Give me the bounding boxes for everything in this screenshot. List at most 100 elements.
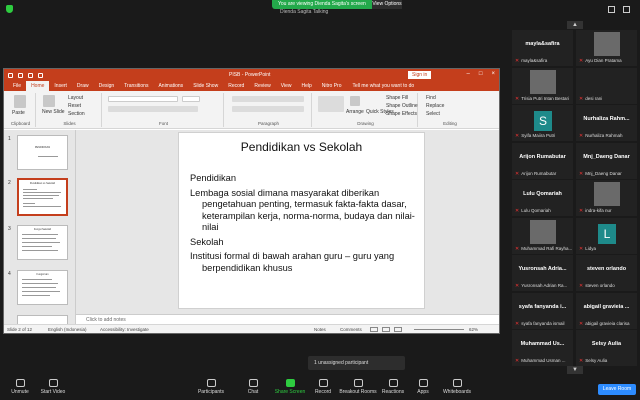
record-button[interactable]: Record xyxy=(303,379,343,395)
tab-file[interactable]: File xyxy=(8,81,26,91)
shapes-gallery[interactable] xyxy=(318,96,344,112)
shape-fill-button[interactable]: Shape Fill xyxy=(386,95,408,101)
zoom-slider[interactable] xyxy=(414,329,464,330)
tab-review[interactable]: Review xyxy=(249,81,275,91)
participants-icon xyxy=(206,379,216,387)
participant-tile[interactable]: Nurhaliza Rahm... ✕ Nurhaliza Rahmah xyxy=(576,105,637,141)
slide-thumbnail-3[interactable]: Fungsi Sekolah xyxy=(17,225,68,260)
fullscreen-icon[interactable] xyxy=(623,6,630,13)
participant-tile[interactable]: steven orlando ✕ steven orlando xyxy=(576,255,637,291)
layout-button[interactable]: Layout xyxy=(68,95,83,101)
leave-room-button[interactable]: Leave Room xyxy=(598,384,636,395)
font-format-buttons[interactable] xyxy=(108,106,198,112)
whiteboards-button[interactable]: Whiteboards xyxy=(437,379,477,395)
reading-view-icon[interactable] xyxy=(394,327,402,332)
tab-record[interactable]: Record xyxy=(223,81,249,91)
notes-toggle[interactable]: Notes xyxy=(314,325,326,334)
participant-tile[interactable]: syafa fanyanda i... ✕ syafa fanyanda ismai… xyxy=(512,292,573,329)
tab-animations[interactable]: Animations xyxy=(153,81,188,91)
undo-icon[interactable] xyxy=(18,72,23,78)
zoom-level[interactable]: 62% xyxy=(469,325,478,334)
participant-tile[interactable]: Mnj_Daeng Danar ✕ Mnj_Daeng Danar xyxy=(576,142,637,179)
participant-tile[interactable]: S ✕ Syifa Maiira Putri xyxy=(512,105,573,141)
paragraph-align-buttons[interactable] xyxy=(232,106,304,112)
tab-insert[interactable]: Insert xyxy=(49,81,72,91)
participant-tile[interactable]: Arijon Rumabutar ✕ Arijon Rumabutar xyxy=(512,142,573,179)
start-slideshow-icon[interactable] xyxy=(38,72,43,78)
participant-tile[interactable]: ✕ Muhammad Rafi Rayha... xyxy=(512,217,573,254)
participant-tile[interactable]: ✕ indra-kifa nur xyxy=(576,180,637,216)
participant-tile[interactable]: Muhammad Us... ✕ Muhammad Usman ... xyxy=(512,330,573,366)
security-shield-icon[interactable] xyxy=(6,5,13,13)
gallery-next-arrow[interactable]: ▼ xyxy=(567,366,583,374)
arrange-icon[interactable] xyxy=(350,96,360,106)
tell-me-search[interactable]: Tell me what you want to do xyxy=(353,81,415,91)
accessibility-status[interactable]: Accessibility: Investigate xyxy=(100,325,149,334)
slide-thumbnail-4[interactable]: Fungsi lain xyxy=(17,270,68,305)
slide-thumbnail-5[interactable] xyxy=(17,315,68,324)
normal-view-icon[interactable] xyxy=(370,327,378,332)
participant-tile[interactable]: ✕ Trisia Putri Intan Bestari xyxy=(512,67,573,104)
close-icon[interactable]: × xyxy=(491,71,495,77)
paragraph-list-buttons[interactable] xyxy=(232,96,304,102)
participant-tile[interactable]: ✕ Ayu Dian Pratama xyxy=(576,30,637,66)
chat-button[interactable]: Chat xyxy=(233,379,273,395)
participant-tile[interactable]: Yusronsah Adria... ✕ Yusronsah Adrian Ra..… xyxy=(512,255,573,291)
start-video-button[interactable]: Start Video xyxy=(33,379,73,395)
tab-view[interactable]: View xyxy=(276,81,297,91)
tab-design[interactable]: Design xyxy=(94,81,120,91)
paste-button[interactable]: Paste xyxy=(12,110,25,116)
new-slide-icon[interactable] xyxy=(43,95,55,107)
slide-content[interactable]: Pendidikan Lembaga sosial dimana masyara… xyxy=(190,173,420,277)
slide-thumbnail-2[interactable]: Pendidikan vs Sekolah xyxy=(17,178,68,216)
tab-slide-show[interactable]: Slide Show xyxy=(188,81,223,91)
slide-title[interactable]: Pendidikan vs Sekolah xyxy=(179,140,424,154)
unassigned-participant-toast[interactable]: 1 unassigned participant xyxy=(308,356,405,370)
view-options-button[interactable]: View Options xyxy=(372,0,402,9)
participant-tile[interactable]: ✕ desi rani xyxy=(576,67,637,104)
tab-draw[interactable]: Draw xyxy=(72,81,94,91)
slide-thumbnail-1[interactable]: PENDIDIKAN xyxy=(17,135,68,170)
breakout-rooms-button[interactable]: Breakout Rooms xyxy=(338,379,378,395)
reset-button[interactable]: Reset xyxy=(68,103,81,109)
replace-button[interactable]: Replace xyxy=(426,103,444,109)
section-button[interactable]: Section xyxy=(68,111,85,117)
select-button[interactable]: Select xyxy=(426,111,440,117)
sign-in-button[interactable]: Sign in xyxy=(408,71,432,79)
language-indicator[interactable]: English (Indonesia) xyxy=(48,325,87,334)
participant-tile[interactable]: Selsy Aulia ✕ Selsy Aulia xyxy=(576,330,637,366)
tab-help[interactable]: Help xyxy=(296,81,316,91)
participants-button[interactable]: Participants xyxy=(191,379,231,395)
tab-nitro-pro[interactable]: Nitro Pro xyxy=(317,81,347,91)
shape-outline-button[interactable]: Shape Outline xyxy=(386,103,418,109)
slide-editing-area[interactable]: Pendidikan vs Sekolah Pendidikan Lembaga… xyxy=(76,130,499,314)
current-slide[interactable]: Pendidikan vs Sekolah Pendidikan Lembaga… xyxy=(178,132,425,309)
font-name-box[interactable] xyxy=(108,96,178,102)
new-slide-button[interactable]: New Slide xyxy=(42,109,65,115)
participant-tile[interactable]: mayla&safira ✕ mayla&safira xyxy=(512,30,573,66)
record-icon xyxy=(318,379,328,387)
tab-transitions[interactable]: Transitions xyxy=(119,81,153,91)
maximize-icon[interactable]: □ xyxy=(479,71,483,77)
font-size-box[interactable] xyxy=(182,96,200,102)
shape-effects-button[interactable]: Shape Effects xyxy=(386,111,417,117)
participant-tile[interactable]: Lulu Qomariah ✕ Lulu Qomariah xyxy=(512,180,573,216)
participant-display-name: syafa fanyanda i... xyxy=(518,303,567,310)
participant-name-text: Trisia Putri Intan Bestari xyxy=(521,95,570,101)
minimize-icon[interactable]: – xyxy=(467,71,470,77)
tab-home[interactable]: Home xyxy=(26,81,50,91)
gallery-prev-arrow[interactable]: ▲ xyxy=(567,21,583,29)
paste-icon[interactable] xyxy=(14,95,26,108)
redo-icon[interactable] xyxy=(28,72,33,78)
save-icon[interactable] xyxy=(8,72,13,78)
comments-toggle[interactable]: Comments xyxy=(340,325,362,334)
arrange-button[interactable]: Arrange xyxy=(346,109,364,115)
find-button[interactable]: Find xyxy=(426,95,436,101)
notes-pane[interactable]: Click to add notes xyxy=(76,314,499,324)
gallery-view-icon[interactable] xyxy=(608,6,615,13)
participant-name-text: steven orlando xyxy=(585,283,615,288)
participant-tile[interactable]: abigail gravieia ... ✕ abigail gravieia cl… xyxy=(576,292,637,329)
slide-sorter-icon[interactable] xyxy=(382,327,390,332)
participant-tile[interactable]: L ✕ Lidya xyxy=(576,217,637,254)
slide-thumbnail-pane[interactable]: 1 PENDIDIKAN 2 Pendidikan vs Sekolah 3 F… xyxy=(4,130,76,324)
